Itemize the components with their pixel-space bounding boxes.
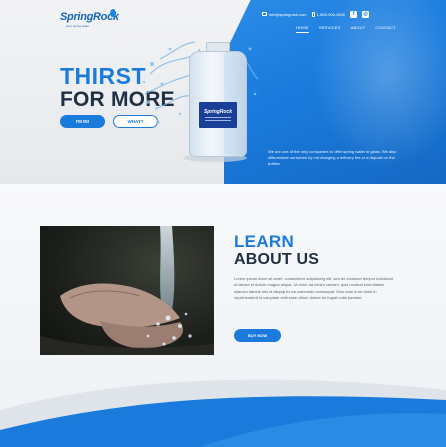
water-drop-icon [110, 9, 116, 17]
bottle-label-rule [205, 117, 231, 118]
im-in-button[interactable]: I'M IN! [60, 115, 105, 128]
contact-phone[interactable]: 1-800-000-0400 [311, 11, 346, 17]
footer-wave [0, 379, 446, 447]
about-title-line1: LEARN [234, 232, 295, 251]
contact-email[interactable]: info@springrock.com [262, 12, 307, 17]
logo[interactable]: SpringRock pure spring water [60, 9, 119, 31]
instagram-icon[interactable]: ◎ [362, 10, 370, 18]
envelope-icon [262, 12, 267, 16]
bottle-label-rule [205, 120, 231, 121]
hero-section: SpringRock pure spring water info@spring… [0, 0, 446, 184]
nav-item-home[interactable]: HOME [296, 25, 309, 33]
contact-email-text: info@springrock.com [269, 11, 307, 17]
facebook-icon[interactable]: f [350, 10, 358, 18]
hands-water-photo [40, 226, 214, 355]
hands-water-illustration [40, 226, 214, 355]
water-bottle-image: SpringRock [186, 42, 250, 160]
logo-tagline: pure spring water [66, 24, 90, 28]
about-title-line2: ABOUT US [234, 251, 320, 268]
nav-item-services[interactable]: SERVICES [319, 25, 341, 33]
hero-description: We are one of the only companies to offe… [268, 149, 397, 166]
contact-bar: info@springrock.com 1-800-000-0400 f ◎ [262, 10, 370, 18]
buy-now-button[interactable]: BUY NOW [234, 329, 281, 342]
bottle-label: SpringRock [199, 102, 237, 128]
main-nav: HOME SERVICES ABOUT CONTACT [296, 25, 396, 33]
phone-icon [311, 11, 315, 17]
contact-phone-text: 1-800-000-0400 [316, 11, 346, 17]
hero-title-line1: THIRST [60, 63, 147, 89]
bottle-label-text: SpringRock [203, 109, 233, 115]
nav-item-about[interactable]: ABOUT [351, 25, 366, 33]
about-body-text: Lorem ipsum dolor sit amet, consectetur … [234, 276, 394, 300]
nav-item-contact[interactable]: CONTACT [375, 25, 395, 33]
